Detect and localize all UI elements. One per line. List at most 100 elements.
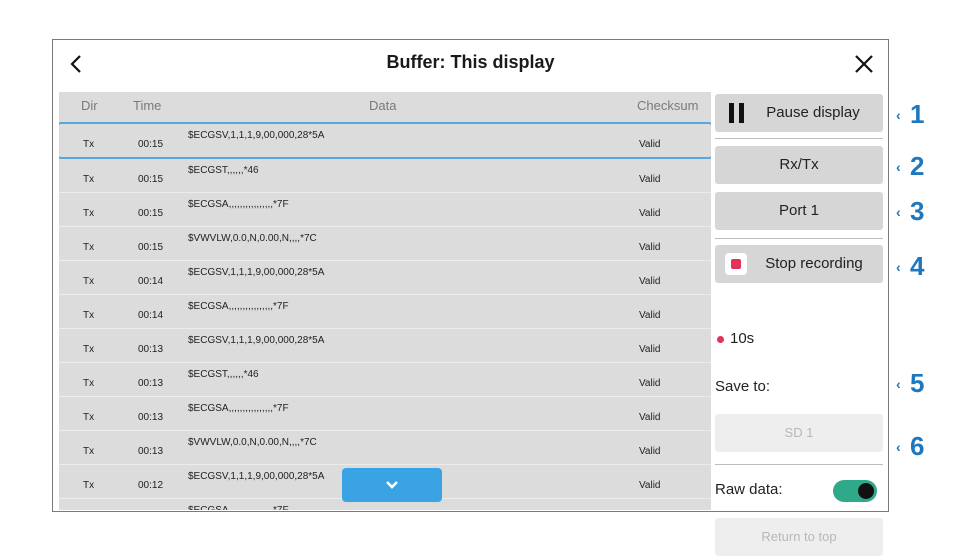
callout-number: 4 xyxy=(910,251,925,281)
cell-checksum: Valid xyxy=(639,344,661,355)
table-row[interactable]: Tx 00:13 $ECGST,,,,,,*46 Valid xyxy=(59,363,711,397)
cell-dir: Tx xyxy=(83,242,95,253)
cell-data: $ECGSA,,,,,,,,,,,,,,,,*7F xyxy=(188,403,289,414)
pause-display-label: Pause display xyxy=(766,104,860,121)
cell-dir: Tx xyxy=(83,412,95,423)
cell-dir: Tx xyxy=(83,276,95,287)
close-icon[interactable] xyxy=(850,50,878,78)
cell-dir: Tx xyxy=(83,446,95,457)
callout-6: ‹ 6 xyxy=(896,431,925,461)
table-row[interactable]: Tx 00:14 $ECGSV,1,1,1,9,00,000,28*5A Valid xyxy=(59,261,711,295)
cell-time: 00:13 xyxy=(138,412,164,423)
column-header-dir: Dir xyxy=(81,98,98,113)
rx-tx-button[interactable]: Rx/Tx xyxy=(715,146,883,184)
cell-data: $ECGSV,1,1,1,9,00,000,28*5A xyxy=(188,335,325,346)
table-row[interactable]: Tx 00:15 $ECGSA,,,,,,,,,,,,,,,,*7F Valid xyxy=(59,193,711,227)
table-row[interactable]: Tx 00:13 $VWVLW,0.0,N,0.00,N,,,,*7C Valid xyxy=(59,431,711,465)
cell-time: 00:15 xyxy=(138,242,164,253)
callout-number: 1 xyxy=(910,99,925,129)
scroll-down-button[interactable] xyxy=(342,468,442,502)
callout-number: 2 xyxy=(910,151,925,181)
cell-checksum: Valid xyxy=(639,480,661,491)
callout-4: ‹ 4 xyxy=(896,251,925,281)
callout-5: ‹ 5 xyxy=(896,368,925,398)
cell-checksum: Valid xyxy=(639,242,661,253)
table-row[interactable]: Tx 00:13 $ECGSV,1,1,1,9,00,000,28*5A Valid xyxy=(59,329,711,363)
cell-dir: Tx xyxy=(83,378,95,389)
divider xyxy=(715,464,883,465)
table-row[interactable]: Tx 00:15 $ECGSV,1,1,1,9,00,000,28*5A Valid xyxy=(59,122,711,159)
cell-data: $ECGSA,,,,,,,,,,,,,,,,*7F xyxy=(188,199,289,210)
cell-time: 00:15 xyxy=(138,139,164,150)
port-button[interactable]: Port 1 xyxy=(715,192,883,230)
page-title: Buffer: This display xyxy=(386,52,555,72)
stop-recording-button[interactable]: Stop recording xyxy=(715,245,883,283)
cell-checksum: Valid xyxy=(639,174,661,185)
pause-icon xyxy=(729,103,745,123)
raw-data-label: Raw data: xyxy=(715,481,783,498)
divider xyxy=(715,138,883,139)
buffer-table: Dir Time Data Checksum Tx 00:15 $ECGSV,1,1… xyxy=(59,92,711,510)
cell-dir: Tx xyxy=(83,208,95,219)
cell-data: $ECGST,,,,,,*46 xyxy=(188,165,259,176)
table-row[interactable]: Tx 00:13 $ECGSA,,,,,,,,,,,,,,,,*7F Valid xyxy=(59,397,711,431)
cell-time: 00:15 xyxy=(138,174,164,185)
callout-number: 6 xyxy=(910,431,925,461)
table-row[interactable]: Tx 00:14 $ECGSA,,,,,,,,,,,,,,,,*7F Valid xyxy=(59,295,711,329)
cell-dir: Tx xyxy=(83,310,95,321)
callout-1: ‹ 1 xyxy=(896,99,925,129)
raw-data-toggle[interactable] xyxy=(833,480,877,502)
pause-display-button[interactable]: Pause display xyxy=(715,94,883,132)
cell-time: 00:14 xyxy=(138,310,164,321)
callout-2: ‹ 2 xyxy=(896,151,925,181)
callout-number: 5 xyxy=(910,368,925,398)
cell-time: 00:12 xyxy=(138,480,164,491)
callout-3: ‹ 3 xyxy=(896,196,925,226)
cell-data: $ECGSV,1,1,1,9,00,000,28*5A xyxy=(188,267,325,278)
return-to-top-button[interactable]: Return to top xyxy=(715,518,883,556)
cell-data: $ECGSA,,,,,,,,,,,,,,,,*7F xyxy=(188,505,289,510)
save-target-button[interactable]: SD 1 xyxy=(715,414,883,452)
column-header-checksum: Checksum xyxy=(637,98,699,113)
cell-checksum: Valid xyxy=(639,310,661,321)
cell-time: 00:13 xyxy=(138,446,164,457)
control-panel: Pause display Rx/Tx Port 1 Stop recordin… xyxy=(713,92,885,556)
divider xyxy=(715,238,883,239)
save-to-label: Save to: xyxy=(715,378,771,395)
cell-data: $ECGSV,1,1,1,9,00,000,28*5A xyxy=(188,130,325,141)
table-row[interactable]: Tx 00:15 $VWVLW,0.0,N,0.00,N,,,,*7C Valid xyxy=(59,227,711,261)
cell-dir: Tx xyxy=(83,139,95,150)
cell-data: $VWVLW,0.0,N,0.00,N,,,,*7C xyxy=(188,437,317,448)
title-bar: Buffer: This display xyxy=(53,40,888,90)
recording-timer: 10s xyxy=(717,330,754,347)
cell-checksum: Valid xyxy=(639,139,661,150)
cell-dir: Tx xyxy=(83,344,95,355)
cell-time: 00:13 xyxy=(138,378,164,389)
cell-checksum: Valid xyxy=(639,208,661,219)
cell-checksum: Valid xyxy=(639,412,661,423)
cell-data: $VWVLW,0.0,N,0.00,N,,,,*7C xyxy=(188,233,317,244)
cell-time: 00:13 xyxy=(138,344,164,355)
cell-data: $ECGSV,1,1,1,9,00,000,28*5A xyxy=(188,471,325,482)
callout-number: 3 xyxy=(910,196,925,226)
column-header-time: Time xyxy=(133,98,162,113)
cell-checksum: Valid xyxy=(639,276,661,287)
timer-value: 10s xyxy=(730,330,755,347)
chevron-down-icon xyxy=(386,481,398,489)
cell-checksum: Valid xyxy=(639,446,661,457)
cell-dir: Tx xyxy=(83,174,95,185)
cell-checksum: Valid xyxy=(639,378,661,389)
stop-recording-label: Stop recording xyxy=(765,255,863,272)
record-stop-icon xyxy=(725,253,747,275)
table-rows: Tx 00:15 $ECGSV,1,1,1,9,00,000,28*5A Valid T… xyxy=(59,122,711,510)
cell-data: $ECGSA,,,,,,,,,,,,,,,,*7F xyxy=(188,301,289,312)
column-header-data: Data xyxy=(369,98,397,113)
cell-time: 00:14 xyxy=(138,276,164,287)
table-header: Dir Time Data Checksum xyxy=(59,92,711,120)
buffer-dialog: Buffer: This display Dir Time Data Check… xyxy=(52,39,889,556)
cell-time: 00:15 xyxy=(138,208,164,219)
cell-data: $ECGST,,,,,,*46 xyxy=(188,369,259,380)
table-row[interactable]: Tx 00:15 $ECGST,,,,,,*46 Valid xyxy=(59,159,711,193)
cell-dir: Tx xyxy=(83,480,95,491)
recording-dot-icon xyxy=(717,335,724,343)
